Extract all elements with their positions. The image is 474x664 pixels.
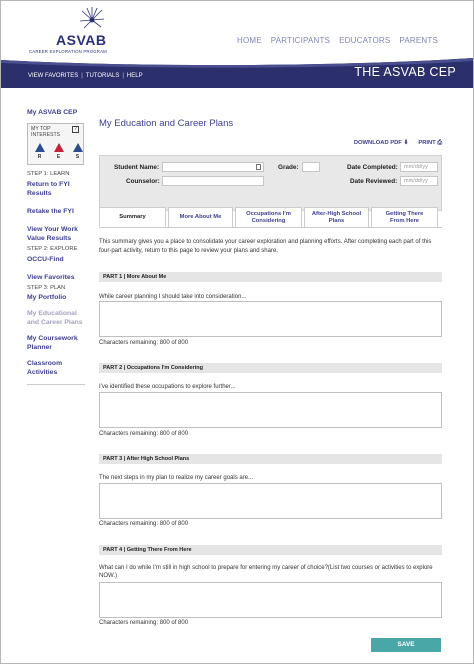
part-3-heading: PART 3 | After High School Plans [99,454,442,464]
site-header: ASVAB CAREER EXPLORATION PROGRAM HOME PA… [1,1,473,56]
interest-realistic[interactable]: R [34,143,45,160]
sidebar-work-value[interactable]: View Your Work Value Results [27,225,85,243]
plan-tabs: Summary More About Me Occupations I'm Co… [99,207,442,227]
part-1-prompt: While career planning I should take into… [99,294,247,300]
download-pdf-button[interactable]: DOWNLOAD PDF ⬇ [354,140,408,147]
counselor-input[interactable] [162,176,264,186]
printer-icon: ⎙ [437,140,442,146]
separator: | [81,73,83,79]
part-4-heading: PART 4 | Getting There From Here [99,545,442,555]
save-button[interactable]: SAVE [371,638,441,652]
date-completed-input[interactable]: mm/dd/yy [400,162,438,172]
student-info-form: Student Name: Grade: Date Completed: mm/… [99,155,442,211]
sub-nav: VIEW FAVORITES | TUTORIALS | HELP [28,73,143,79]
part-3-prompt: The next steps in my plan to realize my … [99,475,254,481]
print-button[interactable]: PRINT ⎙ [418,140,442,147]
tab-underline [99,227,442,228]
tab-occupations[interactable]: Occupations I'm Considering [235,207,302,227]
tab-after-high-school[interactable]: After-High School Plans [304,207,369,227]
part-4-textarea[interactable] [99,582,442,618]
asvab-logo[interactable]: ASVAB CAREER EXPLORATION PROGRAM [28,7,108,54]
part-1-char-count: Characters remaining: 800 of 800 [99,340,189,346]
interest-social[interactable]: S [72,143,83,160]
step-2-label: STEP 2: EXPLORE [27,246,78,252]
student-name-input[interactable] [162,162,264,172]
sidebar-divider [27,384,85,385]
grade-label: Grade: [278,164,299,171]
sidebar-my-portfolio[interactable]: My Portfolio [27,293,85,302]
separator: | [122,73,124,79]
interest-codes: R E S [34,143,83,160]
top-nav: HOME PARTICIPANTS EDUCATORS PARENTS [237,36,438,45]
part-1-heading: PART 1 | More About Me [99,272,442,282]
part-1-textarea[interactable] [99,301,442,337]
date-reviewed-input[interactable]: mm/dd/yy [400,176,438,186]
sidebar-view-favorites[interactable]: View Favorites [27,273,85,282]
page-actions: DOWNLOAD PDF ⬇ PRINT ⎙ [354,140,442,147]
nav-participants[interactable]: PARTICIPANTS [271,36,330,45]
banner: VIEW FAVORITES | TUTORIALS | HELP THE AS… [1,56,473,88]
sidebar-my-asvab[interactable]: My ASVAB CEP [27,108,85,117]
help-link[interactable]: HELP [127,73,143,79]
student-name-label: Student Name: [114,164,160,171]
sidebar: My ASVAB CEP MY TOP INTERESTS ? R E S ST… [27,108,85,385]
sidebar-retake-fyi[interactable]: Retake the FYI [27,207,85,216]
contact-card-icon [256,164,261,170]
interest-enterprising[interactable]: E [53,143,64,160]
sidebar-return-fyi[interactable]: Return to FYI Results [27,180,85,198]
logo-subtitle: CAREER EXPLORATION PROGRAM [29,49,107,54]
part-2-textarea[interactable] [99,392,442,428]
tab-getting-there[interactable]: Getting There From Here [371,207,438,227]
star-burst-icon [80,7,104,29]
nav-home[interactable]: HOME [237,36,262,45]
banner-title: THE ASVAB CEP [354,65,456,79]
grade-input[interactable] [302,162,320,172]
counselor-label: Counselor: [126,178,160,185]
nav-educators[interactable]: EDUCATORS [339,36,390,45]
step-3-label: STEP 3: PLAN [27,285,66,291]
tutorials-link[interactable]: TUTORIALS [86,73,120,79]
step-1-label: STEP 1: LEARN [27,171,70,177]
logo-text: ASVAB [56,32,107,48]
page-title: My Education and Career Plans [99,118,234,129]
sidebar-edu-career-plans[interactable]: My Educational and Career Plans [27,309,85,327]
top-interests-box: MY TOP INTERESTS ? R E S [27,123,84,165]
help-icon[interactable]: ? [72,126,79,133]
nav-parents[interactable]: PARENTS [399,36,438,45]
part-2-prompt: I've identified these occupations to exp… [99,384,236,390]
sidebar-classroom-activities[interactable]: Classroom Activities [27,359,85,377]
triangle-icon [34,143,45,152]
date-reviewed-label: Date Reviewed: [350,178,398,185]
main-content: My Education and Career Plans DOWNLOAD P… [99,118,442,652]
part-2-heading: PART 2 | Occupations I'm Considering [99,363,442,373]
download-icon: ⬇ [403,140,409,146]
tab-summary[interactable]: Summary [99,207,166,227]
summary-intro: This summary gives you a place to consol… [99,239,432,254]
top-interests-label: MY TOP INTERESTS [31,126,61,138]
part-4-char-count: Characters remaining: 800 of 800 [99,620,189,626]
part-4-prompt: What can I do while I'm still in high sc… [99,565,433,579]
sidebar-occu-find[interactable]: OCCU-Find [27,255,85,264]
part-2-char-count: Characters remaining: 800 of 800 [99,431,189,437]
triangle-icon [72,143,83,152]
part-3-char-count: Characters remaining: 800 of 800 [99,521,189,527]
view-favorites-link[interactable]: VIEW FAVORITES [28,73,78,79]
part-3-textarea[interactable] [99,483,442,519]
date-completed-label: Date Completed: [347,164,398,171]
sidebar-coursework-planner[interactable]: My Coursework Planner [27,334,85,352]
tab-more-about-me[interactable]: More About Me [168,207,233,227]
triangle-icon [53,143,64,152]
